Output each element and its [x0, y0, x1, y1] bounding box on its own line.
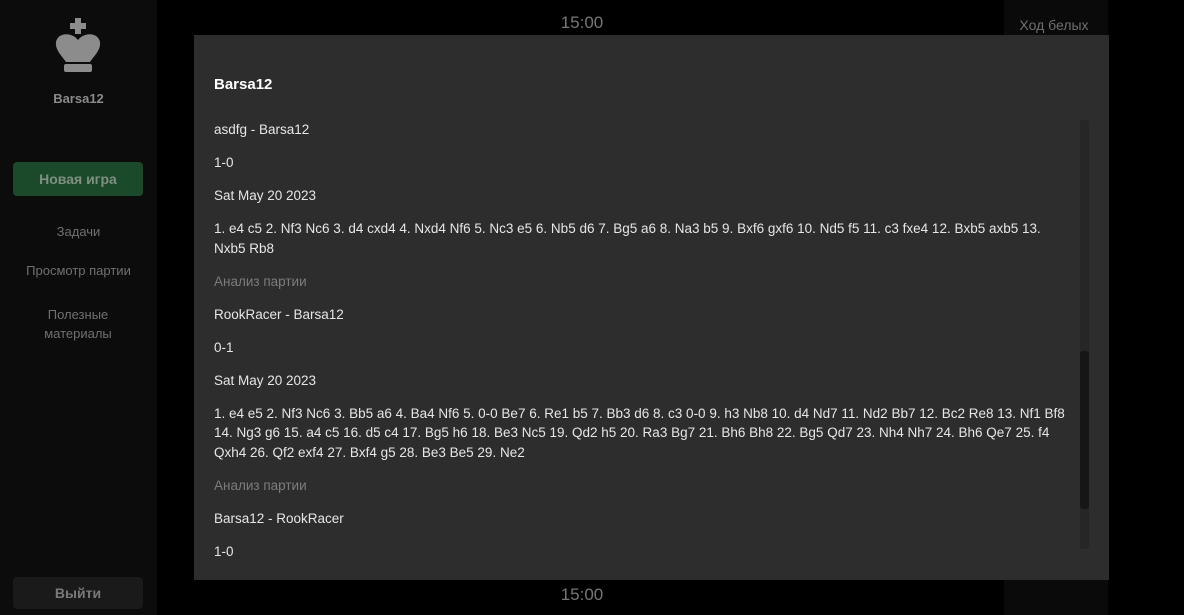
- logout-button[interactable]: Выйти: [13, 577, 143, 609]
- scrollbar-thumb[interactable]: [1080, 351, 1089, 509]
- app: Barsa12 Новая игра Задачи Просмотр парти…: [0, 0, 1184, 615]
- nav-item-tasks[interactable]: Задачи: [0, 222, 157, 241]
- turn-label: Ход белых: [1019, 17, 1089, 33]
- game-players: Barsa12 - RookRacer: [214, 510, 344, 526]
- game-players: RookRacer - Barsa12: [214, 306, 344, 322]
- sidebar: Barsa12 Новая игра Задачи Просмотр парти…: [0, 0, 157, 615]
- games-list[interactable]: asdfg - Barsa12 1-0 Sat May 20 2023 1. e…: [214, 120, 1074, 580]
- chess-king-icon: [52, 18, 104, 74]
- game-result: 1-0: [214, 155, 234, 170]
- nav-item-game-view[interactable]: Просмотр партии: [0, 261, 157, 280]
- game-entry: RookRacer - Barsa12 0-1 Sat May 20 2023 …: [214, 305, 1074, 496]
- games-modal: Barsa12 asdfg - Barsa12 1-0 Sat May 20 2…: [194, 35, 1109, 580]
- game-date: Sat May 20 2023: [214, 372, 317, 388]
- nav-item-materials[interactable]: Полезные материалы: [23, 305, 133, 343]
- modal-title: Barsa12: [214, 76, 273, 93]
- game-players: asdfg - Barsa12: [214, 122, 310, 137]
- game-entry: Barsa12 - RookRacer 1-0: [214, 509, 1074, 562]
- game-result: 0-1: [214, 339, 234, 355]
- scrollbar[interactable]: [1080, 120, 1089, 549]
- username: Barsa12: [53, 91, 104, 106]
- game-analysis-link[interactable]: Анализ партии: [214, 272, 1074, 292]
- game-moves: 1. e4 c5 2. Nf3 Nc6 3. d4 cxd4 4. Nxd4 N…: [214, 221, 1041, 256]
- timer-bottom: 15:00: [560, 585, 604, 604]
- game-date: Sat May 20 2023: [214, 188, 317, 203]
- game-result: 1-0: [214, 543, 234, 559]
- timer-top: 15:00: [560, 13, 604, 32]
- new-game-button[interactable]: Новая игра: [13, 162, 143, 196]
- game-analysis-link[interactable]: Анализ партии: [214, 476, 1074, 496]
- game-entry: asdfg - Barsa12 1-0 Sat May 20 2023 1. e…: [214, 120, 1074, 291]
- game-moves: 1. e4 e5 2. Nf3 Nc6 3. Bb5 a6 4. Ba4 Nf6…: [214, 405, 1065, 460]
